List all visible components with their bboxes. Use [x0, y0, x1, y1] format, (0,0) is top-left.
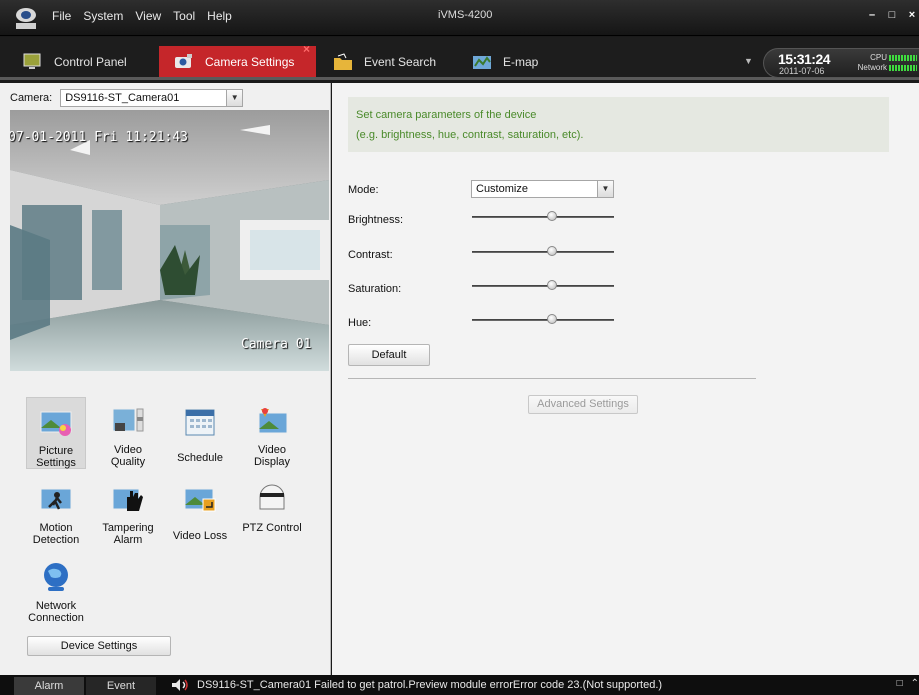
tampering-alarm-icon — [112, 488, 143, 511]
chevron-down-icon[interactable]: ▼ — [226, 90, 243, 106]
folder-icon — [334, 52, 352, 70]
tab-control-panel[interactable]: Control Panel — [22, 46, 152, 77]
clock-time: 15:31:24 — [778, 51, 831, 67]
window-controls: – □ × — [865, 8, 919, 24]
close-tab-icon[interactable]: × — [303, 42, 310, 56]
menu-file[interactable]: File — [52, 9, 71, 23]
title-bar: File System View Tool Help iVMS-4200 – □… — [0, 0, 919, 36]
monitor-icon — [23, 53, 41, 69]
function-label: Schedule — [177, 452, 223, 464]
slider-handle[interactable] — [546, 246, 557, 256]
saturation-slider[interactable] — [472, 280, 614, 292]
clock-date: 2011-07-06 — [779, 66, 825, 76]
menu-bar: File System View Tool Help — [52, 9, 232, 23]
function-schedule[interactable]: Schedule — [170, 397, 230, 469]
function-label: PTZ Control — [242, 522, 302, 534]
tab-camera-settings[interactable]: Camera Settings × — [159, 42, 316, 77]
motion-detection-icon — [40, 488, 72, 510]
mode-label: Mode: — [348, 184, 379, 196]
maximize-icon[interactable]: □ — [885, 8, 899, 24]
function-label: Network Connection — [28, 600, 84, 624]
menu-view[interactable]: View — [135, 9, 161, 23]
camera-dropdown[interactable]: DS9116-ST_Camera01 ▼ — [60, 89, 244, 107]
status-bar: Alarm Event DS9116-ST_Camera01 Failed to… — [0, 675, 919, 695]
info-box: Set camera parameters of the device (e.g… — [348, 97, 889, 152]
function-motion-detection[interactable]: Motion Detection — [26, 475, 86, 547]
restore-panel-icon[interactable]: □ — [897, 678, 903, 689]
tab-e-map[interactable]: E-map — [471, 46, 591, 77]
function-picture-settings[interactable]: Picture Settings — [26, 397, 86, 469]
contrast-slider[interactable] — [472, 246, 614, 258]
status-message: DS9116-ST_Camera01 Failed to get patrol.… — [197, 679, 663, 691]
function-video-quality[interactable]: Video Quality — [98, 397, 158, 469]
app-logo-icon — [16, 8, 36, 29]
tab-event-search[interactable]: Event Search — [332, 46, 462, 77]
video-display-icon — [258, 408, 288, 434]
function-tampering-alarm[interactable]: Tampering Alarm — [98, 475, 158, 547]
brightness-label: Brightness: — [348, 214, 404, 226]
status-bar-controls: □ ⌃ — [897, 678, 919, 689]
function-label: Picture Settings — [36, 445, 76, 469]
picture-settings-icon — [40, 411, 72, 436]
mode-dropdown[interactable]: Customize ▼ — [471, 180, 614, 198]
contrast-label: Contrast: — [348, 249, 393, 261]
speaker-icon[interactable] — [170, 678, 190, 692]
chevron-down-icon[interactable]: ▼ — [597, 181, 613, 197]
function-network-connection[interactable]: Network Connection — [14, 553, 98, 625]
module-tab-bar: Control Panel Camera Settings × Event Se… — [0, 37, 919, 80]
live-video-view: 07-01-2011 Fri 11:21:43 Camera 01 — [10, 110, 329, 371]
video-quality-icon — [112, 408, 144, 432]
picture-settings-panel: Set camera parameters of the device (e.g… — [332, 83, 919, 675]
chevron-up-icon[interactable]: ⌃ — [911, 678, 919, 689]
slider-handle[interactable] — [546, 280, 557, 290]
network-connection-icon — [44, 563, 68, 591]
alarm-tab[interactable]: Alarm — [14, 677, 84, 695]
device-settings-button[interactable]: Device Settings — [27, 636, 171, 656]
map-icon — [473, 55, 491, 69]
saturation-label: Saturation: — [348, 283, 402, 295]
function-label: Video Display — [253, 444, 291, 468]
ptz-control-icon — [259, 484, 285, 510]
divider — [348, 378, 756, 379]
tab-label: Camera Settings — [205, 54, 295, 69]
function-video-display[interactable]: Video Display — [242, 397, 302, 469]
function-label: Video Quality — [110, 444, 146, 468]
slider-handle[interactable] — [546, 211, 557, 221]
osd-timestamp: 07-01-2011 Fri 11:21:43 — [10, 130, 189, 145]
hue-slider[interactable] — [472, 314, 614, 326]
osd-camera-name: Camera 01 — [241, 337, 312, 352]
hue-label: Hue: — [348, 317, 372, 329]
function-label: Video Loss — [172, 530, 228, 542]
tab-label: Control Panel — [54, 54, 127, 69]
close-icon[interactable]: × — [905, 8, 919, 24]
function-video-loss[interactable]: Video Loss — [170, 475, 230, 547]
video-loss-icon — [184, 488, 216, 512]
cpu-meter: CPU — [870, 53, 917, 62]
function-label: Motion Detection — [32, 522, 80, 546]
menu-system[interactable]: System — [83, 9, 123, 23]
minimize-icon[interactable]: – — [865, 8, 879, 24]
clock-panel: 15:31:24 2011-07-06 CPU Network — [763, 48, 919, 78]
slider-handle[interactable] — [546, 314, 557, 324]
camera-selector: Camera: DS9116-ST_Camera01 ▼ — [10, 89, 244, 107]
function-label: Tampering Alarm — [102, 522, 154, 546]
menu-help[interactable]: Help — [207, 9, 232, 23]
tab-overflow-dropdown-icon[interactable]: ▼ — [744, 56, 753, 66]
network-meter: Network — [858, 63, 917, 72]
event-tab[interactable]: Event — [86, 677, 156, 695]
default-button[interactable]: Default — [348, 344, 430, 366]
info-text-line2: (e.g. brightness, hue, contrast, saturat… — [356, 129, 584, 141]
function-ptz-control[interactable]: PTZ Control — [242, 475, 302, 547]
brightness-slider[interactable] — [472, 211, 614, 223]
tab-label: E-map — [503, 54, 539, 69]
window-title: iVMS-4200 — [438, 9, 493, 21]
camera-panel: Camera: DS9116-ST_Camera01 ▼ 07-01-2011 … — [0, 83, 331, 675]
camera-label: Camera: — [10, 92, 53, 104]
tab-label: Event Search — [364, 54, 437, 69]
schedule-icon — [185, 409, 215, 436]
info-text-line1: Set camera parameters of the device — [356, 109, 537, 121]
camera-settings-icon — [175, 53, 192, 68]
advanced-settings-button[interactable]: Advanced Settings — [528, 395, 638, 414]
menu-tool[interactable]: Tool — [173, 9, 195, 23]
